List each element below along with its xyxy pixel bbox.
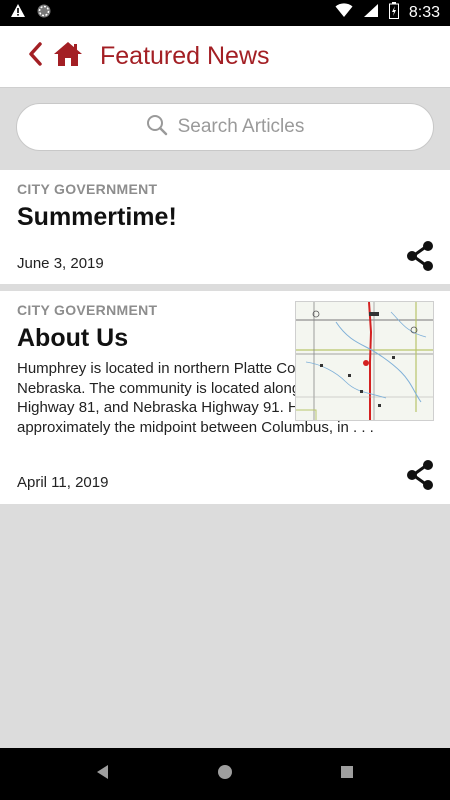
search-placeholder: Search Articles xyxy=(177,116,305,137)
square-recents-icon xyxy=(339,764,355,785)
article-date: June 3, 2019 xyxy=(17,255,104,272)
article-title: Summertime! xyxy=(17,203,177,231)
search-input[interactable]: Search Articles xyxy=(16,103,434,151)
article-card[interactable]: CITY GOVERNMENT About Us Humphrey is loc… xyxy=(0,291,450,504)
nav-recents-button[interactable] xyxy=(335,762,359,786)
article-category: CITY GOVERNMENT xyxy=(17,181,158,197)
home-icon xyxy=(53,41,83,72)
nav-back-button[interactable] xyxy=(91,762,115,786)
search-icon xyxy=(146,114,168,141)
share-icon xyxy=(405,241,435,276)
share-icon xyxy=(405,460,435,495)
page-title: Featured News xyxy=(100,42,270,70)
search-area: Search Articles xyxy=(0,88,450,168)
nav-home-button[interactable] xyxy=(213,762,237,786)
share-button[interactable] xyxy=(405,459,435,491)
circle-home-icon xyxy=(217,764,233,785)
sync-icon xyxy=(36,3,52,24)
system-nav-bar xyxy=(0,748,450,800)
article-title: About Us xyxy=(17,324,129,352)
triangle-back-icon xyxy=(95,764,111,785)
home-button[interactable] xyxy=(52,42,84,72)
warning-icon xyxy=(10,3,26,23)
battery-icon xyxy=(388,2,399,24)
share-button[interactable] xyxy=(405,240,435,272)
status-bar: 8:33 xyxy=(0,0,450,26)
chevron-left-icon xyxy=(27,42,43,71)
back-button[interactable] xyxy=(22,42,48,72)
article-category: CITY GOVERNMENT xyxy=(17,302,158,318)
article-date: April 11, 2019 xyxy=(17,474,109,491)
article-thumbnail-map xyxy=(295,301,434,421)
article-card[interactable]: CITY GOVERNMENT Summertime! June 3, 2019 xyxy=(0,170,450,284)
status-time: 8:33 xyxy=(408,4,440,21)
signal-icon xyxy=(363,3,379,23)
app-bar: Featured News xyxy=(0,26,450,88)
wifi-icon xyxy=(335,3,353,23)
